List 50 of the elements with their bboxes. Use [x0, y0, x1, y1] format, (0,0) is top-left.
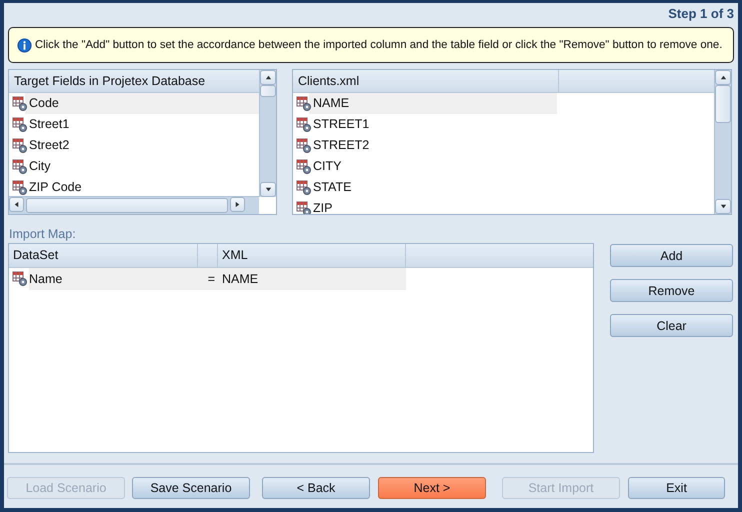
field-item[interactable]: Street1: [9, 114, 259, 135]
table-gear-icon: [296, 138, 312, 154]
wizard-button[interactable]: Next >: [378, 477, 486, 499]
table-gear-icon: [296, 116, 312, 132]
step-indicator: Step 1 of 3: [668, 6, 734, 23]
horizontal-scrollbar[interactable]: [9, 196, 259, 214]
scroll-up-icon[interactable]: [720, 74, 726, 81]
field-item[interactable]: Street2: [9, 135, 259, 156]
table-gear-icon: [12, 116, 28, 132]
vertical-scrollbar[interactable]: [259, 70, 276, 197]
table-gear-icon: [12, 271, 28, 287]
table-gear-icon: [12, 158, 28, 174]
table-gear-icon: [12, 180, 28, 196]
field-item[interactable]: ZIP Code: [9, 177, 259, 197]
info-icon: [17, 38, 32, 52]
scroll-thumb[interactable]: [260, 85, 276, 97]
column-item[interactable]: STREET2: [293, 135, 714, 156]
column-header: XML: [218, 244, 406, 267]
scroll-thumb[interactable]: [715, 85, 731, 123]
table-cell-text: NAME: [221, 271, 260, 288]
table-gear-icon: [12, 96, 28, 112]
column-item[interactable]: CITY: [293, 156, 714, 177]
import-map-label: Import Map:: [9, 227, 77, 241]
table-cell-text: =: [206, 271, 216, 288]
action-button[interactable]: Add: [610, 244, 733, 267]
scroll-thumb[interactable]: [26, 198, 228, 213]
scroll-left-icon[interactable]: [13, 201, 20, 208]
scroll-down-icon[interactable]: [264, 186, 272, 193]
wizard-button[interactable]: < Back: [262, 477, 370, 499]
table-gear-icon: [296, 158, 312, 174]
column-item[interactable]: STATE: [293, 177, 714, 198]
wizard-button[interactable]: Exit: [628, 477, 725, 499]
table-gear-icon: [296, 96, 312, 112]
column-item[interactable]: STREET1: [293, 114, 714, 135]
column-header: Clients.xml: [293, 70, 714, 93]
field-item[interactable]: City: [9, 156, 259, 177]
column-header: DataSet: [9, 244, 198, 267]
scroll-right-icon[interactable]: [234, 201, 241, 208]
column-item[interactable]: ZIP: [293, 198, 714, 214]
vertical-scrollbar[interactable]: [714, 70, 731, 214]
table-gear-icon: [12, 138, 28, 154]
action-button[interactable]: Remove: [610, 279, 733, 302]
table-gear-icon: [296, 180, 312, 196]
action-button[interactable]: Clear: [610, 314, 733, 337]
column-header: Target Fields in Projetex Database: [9, 70, 259, 93]
wizard-button[interactable]: Save Scenario: [132, 477, 250, 499]
scroll-up-icon[interactable]: [264, 74, 272, 81]
scroll-down-icon[interactable]: [720, 203, 726, 210]
table-cell: Name: [29, 272, 62, 286]
info-text: Click the "Add" button to set the accordance between the imported column and the table field or click the "Remove" button to remove one.: [35, 39, 722, 51]
